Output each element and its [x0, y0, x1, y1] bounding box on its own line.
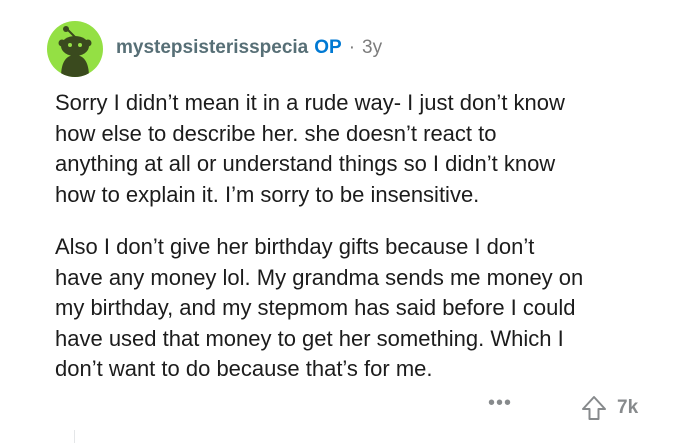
upvote-arrow-icon[interactable] [580, 394, 608, 422]
op-badge: OP [314, 37, 342, 58]
comment-header: mystepsisterisspecia OP · 3y [116, 36, 382, 60]
separator-dot: · [348, 37, 356, 58]
comment-paragraph: Sorry I didn’t mean it in a rude way- I … [55, 90, 565, 207]
comment-body: Sorry I didn’t mean it in a rude way- I … [55, 88, 685, 385]
comment-paragraph: Also I don’t give her birthday gifts bec… [55, 234, 584, 381]
snoo-avatar-icon[interactable] [47, 21, 103, 77]
username-link[interactable]: mystepsisterisspecia [116, 37, 308, 58]
thread-line[interactable] [74, 430, 75, 443]
comment-age: 3y [362, 37, 383, 58]
comment: mystepsisterisspecia OP · 3y Sorry I didn’t… [0, 0, 700, 443]
more-options-button[interactable]: ••• [488, 392, 512, 415]
vote-score: 7k [617, 397, 639, 418]
